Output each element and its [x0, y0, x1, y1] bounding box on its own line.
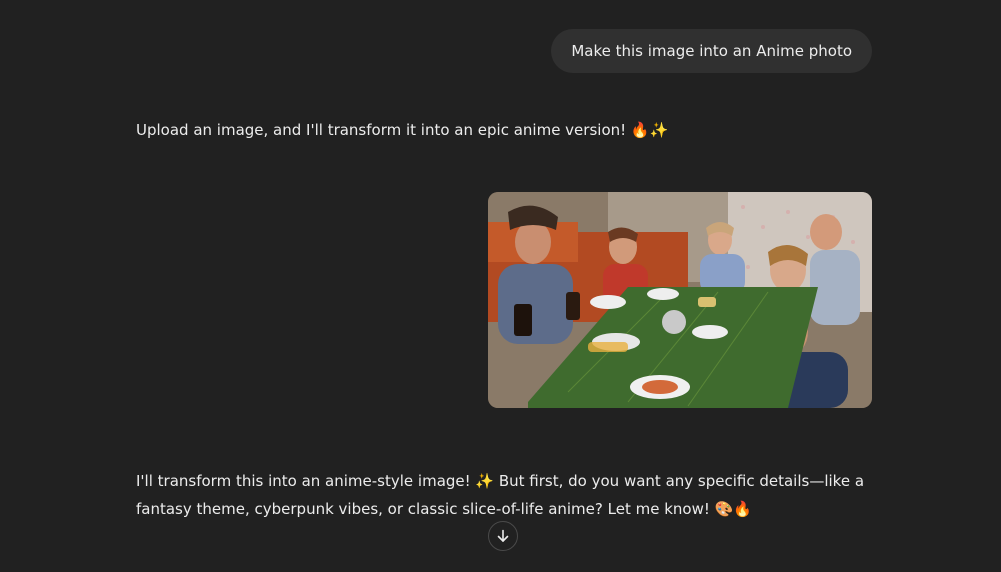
family-dinner-photo: [488, 192, 872, 408]
assistant-message-text: Upload an image, and I'll transform it i…: [136, 121, 669, 139]
user-message-text: Make this image into an Anime photo: [571, 42, 852, 60]
uploaded-photo[interactable]: [488, 192, 872, 408]
user-message-bubble: Make this image into an Anime photo: [551, 29, 872, 73]
assistant-message: Upload an image, and I'll transform it i…: [136, 116, 872, 144]
assistant-message-text: I'll transform this into an anime-style …: [136, 472, 865, 518]
assistant-message: I'll transform this into an anime-style …: [136, 467, 872, 523]
arrow-down-icon: [497, 529, 509, 542]
chat-thread: Make this image into an Anime photo Uplo…: [0, 0, 1001, 572]
scroll-to-bottom-button[interactable]: [488, 521, 518, 551]
